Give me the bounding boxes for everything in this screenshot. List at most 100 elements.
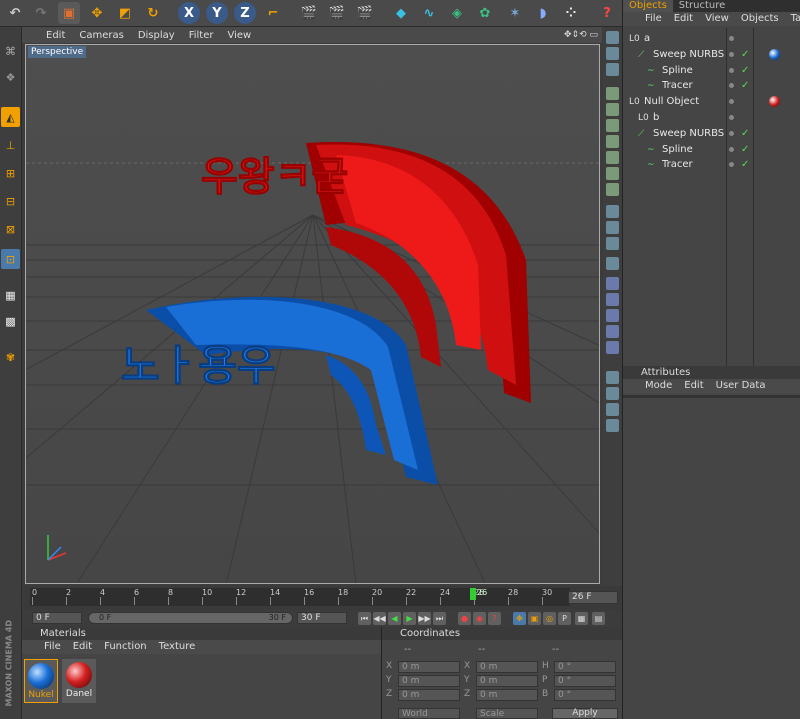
tool-icon[interactable]: [606, 237, 619, 250]
redo-icon[interactable]: ↷: [30, 2, 52, 24]
tool-icon[interactable]: [606, 47, 619, 60]
undo-icon[interactable]: ↶: [4, 2, 26, 24]
tool-icon[interactable]: [606, 103, 619, 116]
select-tool-icon[interactable]: ▣: [58, 2, 80, 24]
materials-menu-file[interactable]: File: [44, 640, 61, 654]
scale-tool-icon[interactable]: ◩: [114, 2, 136, 24]
tool-icon[interactable]: [606, 325, 619, 338]
visibility-dots[interactable]: [729, 162, 734, 168]
camera-label[interactable]: Perspective: [28, 46, 87, 58]
z-axis-lock-icon[interactable]: Z: [234, 2, 256, 24]
current-frame-field[interactable]: 26 F: [568, 591, 618, 604]
material-tag-icon[interactable]: [769, 48, 780, 60]
tool-icon[interactable]: [606, 371, 619, 384]
object-row[interactable]: L0 Null Object: [629, 94, 699, 109]
key-scale-icon[interactable]: ▣: [528, 612, 541, 625]
y-axis-lock-icon[interactable]: Y: [206, 2, 228, 24]
tool-icon[interactable]: [606, 277, 619, 290]
move-tool-icon[interactable]: ✥: [86, 2, 108, 24]
tool-icon[interactable]: [606, 31, 619, 44]
material-swatch-danel[interactable]: Danel: [62, 659, 96, 703]
go-to-end-icon[interactable]: ⏭: [433, 612, 446, 625]
viewport-menu-view[interactable]: View: [227, 30, 251, 41]
texture-mode-icon[interactable]: ❖: [1, 67, 20, 87]
model-mode-icon[interactable]: ◭: [1, 107, 20, 127]
play-forward-icon[interactable]: ▶: [403, 612, 416, 625]
viewport-menu-filter[interactable]: Filter: [189, 30, 214, 41]
scene-icon[interactable]: ◗: [532, 2, 554, 24]
keyframe-help-icon[interactable]: ?: [488, 612, 501, 625]
objects-menu-view[interactable]: View: [705, 12, 729, 26]
timeline[interactable]: 0 2 4 6 8 10 12 14 16 18 20 22 24 26 28 30 26 26 F: [22, 586, 622, 610]
cube-icon[interactable]: ◆: [390, 2, 412, 24]
object-row[interactable]: L0 b: [638, 110, 659, 125]
object-row[interactable]: ~ Spline: [647, 63, 693, 78]
workplane-icon[interactable]: ▩: [1, 311, 20, 331]
enabled-check-icon[interactable]: ✓: [741, 47, 749, 62]
timeline-options-icon[interactable]: ▤: [592, 612, 605, 625]
viewport-nav-icons[interactable]: ✥⇕⟲ ▭: [564, 30, 598, 40]
coordinate-value-field[interactable]: 0 m: [476, 689, 538, 701]
coordinate-value-field[interactable]: 0 °: [554, 661, 616, 673]
coordinate-value-field[interactable]: 0 m: [476, 675, 538, 687]
polygons-mode-icon[interactable]: ⊠: [1, 219, 20, 239]
coordinate-value-field[interactable]: 0 °: [554, 689, 616, 701]
object-row[interactable]: ~ Tracer: [647, 78, 693, 93]
enabled-check-icon[interactable]: ✓: [741, 126, 749, 141]
coordinate-system-select[interactable]: World: [398, 708, 460, 719]
viewport-menu-edit[interactable]: Edit: [46, 30, 65, 41]
viewport-menu-cameras[interactable]: Cameras: [79, 30, 123, 41]
points-mode-icon[interactable]: ⊞: [1, 163, 20, 183]
render-view-icon[interactable]: 🎬: [298, 2, 320, 24]
array-icon[interactable]: ✿: [474, 2, 496, 24]
enabled-check-icon[interactable]: ✓: [741, 142, 749, 157]
objects-menu-edit[interactable]: Edit: [674, 12, 693, 26]
attributes-menu-mode[interactable]: Mode: [645, 379, 672, 393]
visibility-dots[interactable]: [729, 115, 734, 120]
transform-mode-select[interactable]: Scale: [476, 708, 538, 719]
tool-icon[interactable]: [606, 403, 619, 416]
axis-mode-icon[interactable]: ⊡: [1, 249, 20, 269]
edges-mode-icon[interactable]: ⊟: [1, 191, 20, 211]
visibility-dots[interactable]: [729, 99, 734, 105]
tool-icon[interactable]: [606, 387, 619, 400]
enabled-check-icon[interactable]: ✓: [741, 78, 749, 93]
help-icon[interactable]: ?: [596, 2, 618, 24]
start-frame-field[interactable]: 0 F: [32, 612, 82, 624]
object-row[interactable]: ~ Spline: [647, 142, 693, 157]
x-axis-lock-icon[interactable]: X: [178, 2, 200, 24]
rotate-tool-icon[interactable]: ↻: [142, 2, 164, 24]
apply-button[interactable]: Apply: [552, 708, 618, 719]
visibility-dots[interactable]: [729, 67, 734, 73]
coordinate-value-field[interactable]: 0 m: [398, 661, 460, 673]
key-rotation-icon[interactable]: ◎: [543, 612, 556, 625]
tab-structure[interactable]: Structure: [673, 0, 732, 12]
material-tag-icon[interactable]: [769, 96, 780, 108]
go-to-start-icon[interactable]: ⏮: [358, 612, 371, 625]
end-frame-field[interactable]: 30 F: [297, 612, 347, 624]
coordinate-value-field[interactable]: 0 m: [398, 689, 460, 701]
visibility-dots[interactable]: [729, 51, 734, 57]
object-row[interactable]: ⟋ Sweep NURBS: [638, 47, 724, 62]
light-icon[interactable]: ⁘: [560, 2, 582, 24]
render-settings-icon[interactable]: 🎬: [354, 2, 376, 24]
object-mode-icon[interactable]: ⊥: [1, 135, 20, 155]
spline-tool-icon[interactable]: ∿: [418, 2, 440, 24]
objects-menu-tags[interactable]: Tags: [791, 12, 800, 26]
object-row[interactable]: ⟋ Sweep NURBS: [638, 126, 724, 141]
play-backward-icon[interactable]: ◀: [388, 612, 401, 625]
sculpt-icon[interactable]: ✾: [1, 347, 20, 367]
tool-icon[interactable]: [606, 293, 619, 306]
tool-icon[interactable]: [606, 151, 619, 164]
visibility-dots[interactable]: [729, 36, 734, 41]
previous-key-icon[interactable]: ◀◀: [373, 612, 386, 625]
tool-icon[interactable]: [606, 63, 619, 76]
viewport[interactable]: 우왕ㅋ굳 노ㅏ용우 Perspective: [25, 44, 600, 584]
tool-icon[interactable]: [606, 221, 619, 234]
visibility-dots[interactable]: [729, 146, 734, 152]
materials-menu-edit[interactable]: Edit: [73, 640, 92, 654]
attributes-menu-edit[interactable]: Edit: [684, 379, 703, 393]
tool-icon[interactable]: [606, 119, 619, 132]
snap-icon[interactable]: ▦: [1, 285, 20, 305]
nurbs-icon[interactable]: ◈: [446, 2, 468, 24]
